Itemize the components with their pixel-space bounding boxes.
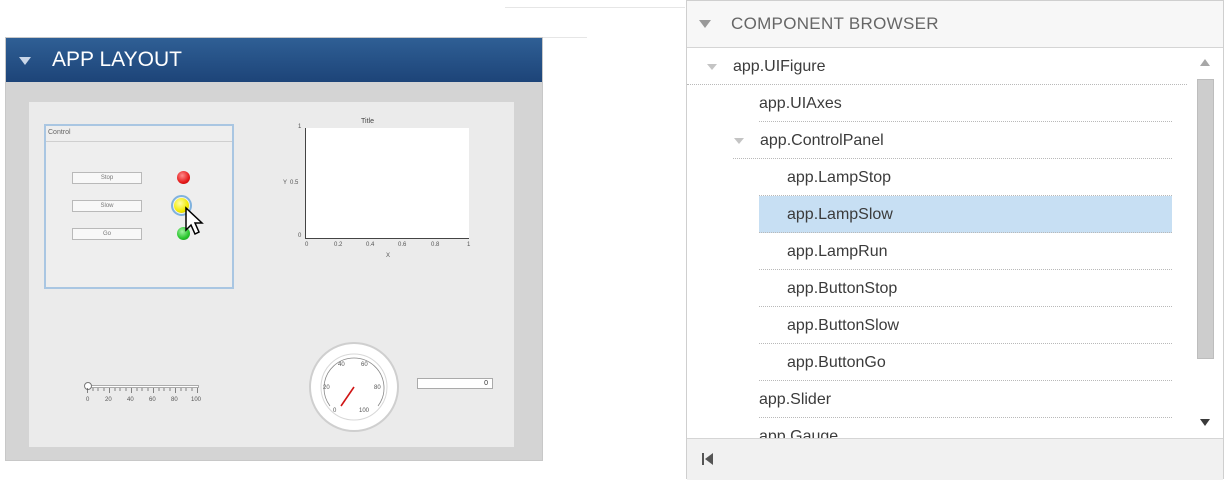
app-layout-header[interactable]: APP LAYOUT [6, 38, 542, 82]
tree-item-buttonslow[interactable]: app.ButtonSlow [759, 307, 1172, 344]
x-tick-label: 0.4 [366, 242, 375, 248]
tree-item-label: app.ControlPanel [760, 132, 884, 149]
control-panel-title: Control [48, 129, 71, 136]
gauge-tick-label: 60 [361, 362, 368, 368]
app-layout-title: APP LAYOUT [52, 48, 182, 71]
slider-tick-label: 60 [149, 397, 156, 403]
tree-item-label: app.LampStop [787, 169, 892, 186]
slider-tick-label: 100 [191, 397, 202, 403]
slider-tick-label: 40 [127, 397, 134, 403]
slider[interactable]: 0 20 40 60 80 100 [84, 379, 203, 409]
slow-button[interactable]: Slow [72, 200, 142, 212]
component-browser-header[interactable]: COMPONENT BROWSER [687, 1, 1223, 48]
gauge-tick-label: 100 [359, 408, 370, 414]
x-tick-label: 1 [467, 242, 471, 248]
gauge-tick-label: 0 [333, 408, 337, 414]
component-tree[interactable]: app.UIFigure app.UIAxes app.ControlPanel… [687, 48, 1187, 438]
stop-button[interactable]: Stop [72, 172, 142, 184]
tree-item-uifigure[interactable]: app.UIFigure [687, 48, 1187, 85]
tree-item-label: app.LampRun [787, 243, 888, 260]
ui-figure-canvas[interactable]: Control Stop Slow Go Title 1 Y 0.5 0 0 0… [29, 102, 514, 447]
axes-title: Title [361, 118, 374, 125]
component-browser: COMPONENT BROWSER app.UIFigure app.UIAxe… [686, 0, 1224, 480]
component-browser-title: COMPONENT BROWSER [731, 14, 939, 33]
tree-item-label: app.LampSlow [787, 206, 893, 223]
expand-triangle-icon[interactable] [734, 138, 744, 144]
tree-item-label: app.ButtonStop [787, 280, 898, 297]
component-browser-footer [687, 438, 1223, 480]
tree-item-label: app.UIAxes [759, 95, 842, 112]
collapse-triangle-icon[interactable] [699, 20, 711, 28]
vertical-scrollbar[interactable] [1195, 53, 1215, 437]
y-axis-label: Y [283, 180, 288, 186]
app-layout-panel: APP LAYOUT Control Stop Slow Go Title 1 … [5, 37, 543, 461]
tree-item-label: app.Slider [759, 391, 832, 408]
gauge-tick-label: 20 [323, 385, 330, 391]
tree-item-uiaxes[interactable]: app.UIAxes [759, 85, 1172, 122]
gauge-tick-label: 80 [374, 385, 381, 391]
y-tick-label: 0 [298, 233, 302, 239]
gauge[interactable]: 0 20 40 60 80 100 [309, 342, 399, 432]
control-panel[interactable]: Control Stop Slow Go [44, 124, 234, 289]
tree-item-lampslow[interactable]: app.LampSlow [759, 196, 1172, 233]
tree-item-lamprun[interactable]: app.LampRun [759, 233, 1172, 270]
y-tick-label: 1 [298, 124, 302, 130]
tree-item-slider[interactable]: app.Slider [759, 381, 1172, 418]
scrollbar-thumb[interactable] [1197, 79, 1214, 359]
expand-triangle-icon[interactable] [707, 64, 717, 70]
x-tick-label: 0.8 [431, 242, 440, 248]
collapse-triangle-icon[interactable] [19, 57, 31, 65]
divider [505, 7, 685, 8]
tree-item-lampstop[interactable]: app.LampStop [759, 159, 1172, 196]
x-axis-label: X [386, 253, 391, 259]
numeric-edit-field[interactable]: 0 [417, 378, 493, 389]
x-tick-label: 0.6 [398, 242, 407, 248]
mouse-pointer-icon [185, 206, 204, 236]
go-button[interactable]: Go [72, 228, 142, 240]
gauge-tick-label: 40 [338, 362, 345, 368]
lamp-stop[interactable] [177, 171, 190, 184]
collapse-to-start-icon[interactable] [700, 451, 718, 467]
y-tick-label: 0.5 [290, 180, 299, 186]
scroll-down-arrow-icon[interactable] [1200, 419, 1210, 426]
tree-item-controlpanel[interactable]: app.ControlPanel [733, 122, 1172, 159]
tree-item-buttongo[interactable]: app.ButtonGo [759, 344, 1172, 381]
slider-tick-label: 20 [105, 397, 112, 403]
scroll-up-arrow-icon[interactable] [1200, 59, 1210, 66]
slider-tick-label: 0 [86, 397, 90, 403]
tree-item-gauge[interactable]: app.Gauge [759, 418, 1172, 438]
tree-item-label: app.ButtonGo [787, 354, 886, 371]
tree-item-buttonstop[interactable]: app.ButtonStop [759, 270, 1172, 307]
divider [46, 141, 232, 142]
x-tick-label: 0.2 [334, 242, 343, 248]
slider-tick-label: 80 [171, 397, 178, 403]
tree-item-label: app.Gauge [759, 428, 839, 438]
tree-item-label: app.ButtonSlow [787, 317, 900, 334]
tree-item-label: app.UIFigure [733, 58, 826, 75]
ui-axes[interactable] [305, 128, 469, 239]
x-tick-label: 0 [305, 242, 309, 248]
slider-ticks [87, 388, 198, 393]
